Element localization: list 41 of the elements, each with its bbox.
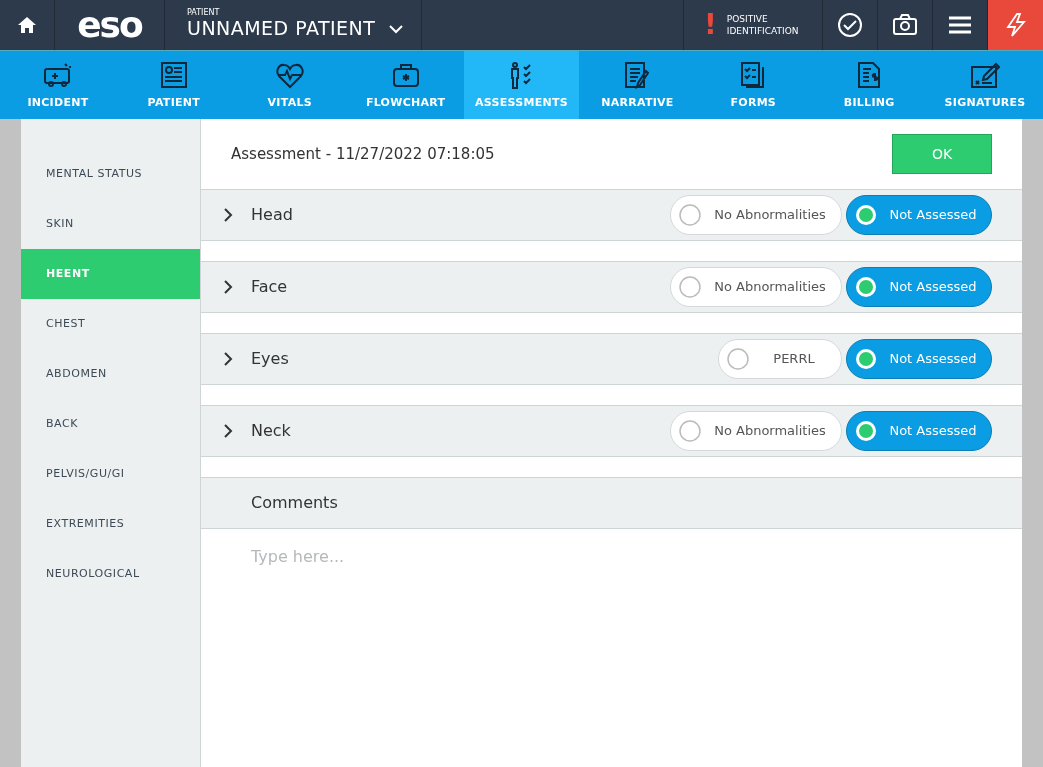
alert-icon: ! (704, 11, 717, 39)
chevron-icon (223, 424, 233, 438)
id-card-icon (158, 60, 189, 91)
radio-empty-icon (679, 276, 701, 298)
assessment-title: Assessment - 11/27/2022 07:18:05 (231, 143, 495, 165)
chevron-icon (223, 280, 233, 294)
chevron-down-icon (389, 24, 404, 34)
radio-selected-icon (855, 348, 877, 370)
radio-empty-icon (679, 204, 701, 226)
sidebar-item[interactable]: ABDOMEN (21, 349, 200, 399)
radio-empty-icon (727, 348, 749, 370)
radio-selected-icon (855, 420, 877, 442)
chevron-icon (223, 352, 233, 366)
signature-icon (970, 60, 1001, 91)
sidebar-item[interactable]: MENTAL STATUS (21, 149, 200, 199)
comments-field[interactable]: Type here... (201, 529, 1022, 767)
chevron-icon (223, 208, 233, 222)
sidebar-item[interactable]: BACK (21, 399, 200, 449)
comments-header: Comments (201, 477, 1022, 529)
option-pill[interactable]: No Abnormalities (670, 267, 842, 307)
sidebar-item[interactable]: SKIN (21, 199, 200, 249)
lightning-icon (1004, 13, 1027, 37)
home-icon (17, 16, 37, 34)
section-toggle[interactable]: Neck (223, 419, 291, 443)
sidebar-item[interactable]: CHEST (21, 299, 200, 349)
sidebar-item[interactable]: EXTREMITIES (21, 499, 200, 549)
option-pill[interactable]: PERRL (718, 339, 842, 379)
sidebar-item[interactable]: PELVIS/GU/GI (21, 449, 200, 499)
radio-empty-icon (679, 420, 701, 442)
camera-icon (893, 13, 917, 37)
radio-selected-icon (855, 204, 877, 226)
section-toggle[interactable]: Face (223, 275, 288, 299)
option-pill[interactable]: No Abnormalities (670, 195, 842, 235)
section-toggle[interactable]: Eyes (223, 347, 289, 371)
sidebar-item[interactable]: NEUROLOGICAL (21, 549, 200, 599)
quick-action-button[interactable] (988, 0, 1043, 50)
checkmark-icon (838, 13, 862, 37)
brand-logo: eso (77, 7, 142, 43)
option-pill[interactable]: No Abnormalities (670, 411, 842, 451)
radio-selected-icon (855, 276, 877, 298)
section-toggle[interactable]: Head (223, 203, 293, 227)
